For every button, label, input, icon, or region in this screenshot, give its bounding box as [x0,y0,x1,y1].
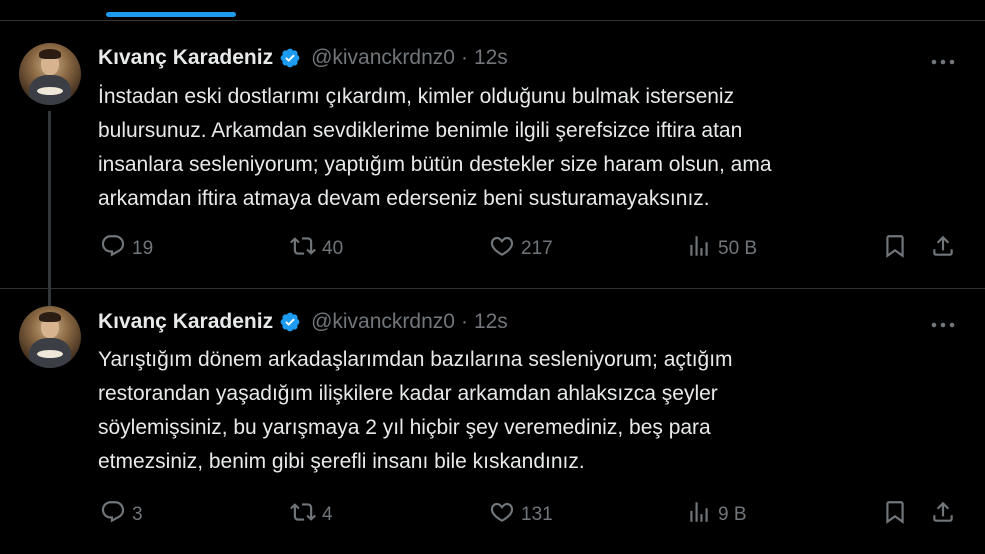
views-count: 50 B [718,238,758,259]
repost-count: 40 [322,238,344,259]
like-button[interactable]: 131 [489,500,553,530]
author-handle[interactable]: @kivanckrdnz0 [311,46,455,70]
reply-icon [100,233,126,265]
repost-button[interactable]: 40 [290,234,343,264]
analytics-icon [686,499,712,531]
like-count: 131 [521,504,553,525]
share-button[interactable] [930,500,956,530]
tweet[interactable]: Kıvanç Karadeniz @kivanckrdnz0 · 12s İns… [0,22,985,309]
author-name[interactable]: Kıvanç Karadeniz [98,46,273,70]
timestamp[interactable]: 12s [474,310,508,334]
tweet-text: İnstadan eski dostlarımı çıkardım, kimle… [98,85,772,210]
verified-badge-icon [279,47,301,69]
views-button[interactable]: 9 B [686,500,747,530]
tweet-header: Kıvanç Karadeniz @kivanckrdnz0 · 12s [98,46,508,70]
reply-count: 19 [132,238,154,259]
tweet-header: Kıvanç Karadeniz @kivanckrdnz0 · 12s [98,310,508,334]
timestamp[interactable]: 12s [474,46,508,70]
separator-dot: · [460,46,468,69]
bookmark-icon [882,233,908,265]
bookmark-button[interactable] [882,500,908,530]
active-tab-indicator [106,12,236,17]
repost-icon [290,499,316,531]
more-options-icon[interactable] [928,52,958,72]
repost-count: 4 [322,504,333,525]
avatar[interactable] [19,43,81,105]
separator-dot: · [460,310,468,333]
like-count: 217 [521,238,553,259]
share-icon [930,499,956,531]
bookmark-button[interactable] [882,234,908,264]
reply-count: 3 [132,504,143,525]
repost-button[interactable]: 4 [290,500,333,530]
reply-icon [100,499,126,531]
views-count: 9 B [718,504,747,525]
avatar[interactable] [19,306,81,368]
top-bar [0,0,985,22]
more-options-icon[interactable] [928,315,958,335]
author-handle[interactable]: @kivanckrdnz0 [311,310,455,334]
share-button[interactable] [930,234,956,264]
views-button[interactable]: 50 B [686,234,757,264]
tweet[interactable]: Kıvanç Karadeniz @kivanckrdnz0 · 12s Yar… [0,288,985,554]
repost-icon [290,233,316,265]
divider [0,20,985,21]
heart-icon [489,499,515,531]
like-button[interactable]: 217 [489,234,553,264]
tweet-text: Yarıştığım dönem arkadaşlarımdan bazılar… [98,348,733,473]
bookmark-icon [882,499,908,531]
author-name[interactable]: Kıvanç Karadeniz [98,310,273,334]
reply-button[interactable]: 19 [100,234,153,264]
thread-line [48,111,51,309]
tweet-actions: 3 4 131 9 B [0,500,985,530]
verified-badge-icon [279,311,301,333]
tweet-actions: 19 40 217 50 B [0,234,985,264]
share-icon [930,233,956,265]
reply-button[interactable]: 3 [100,500,143,530]
analytics-icon [686,233,712,265]
heart-icon [489,233,515,265]
